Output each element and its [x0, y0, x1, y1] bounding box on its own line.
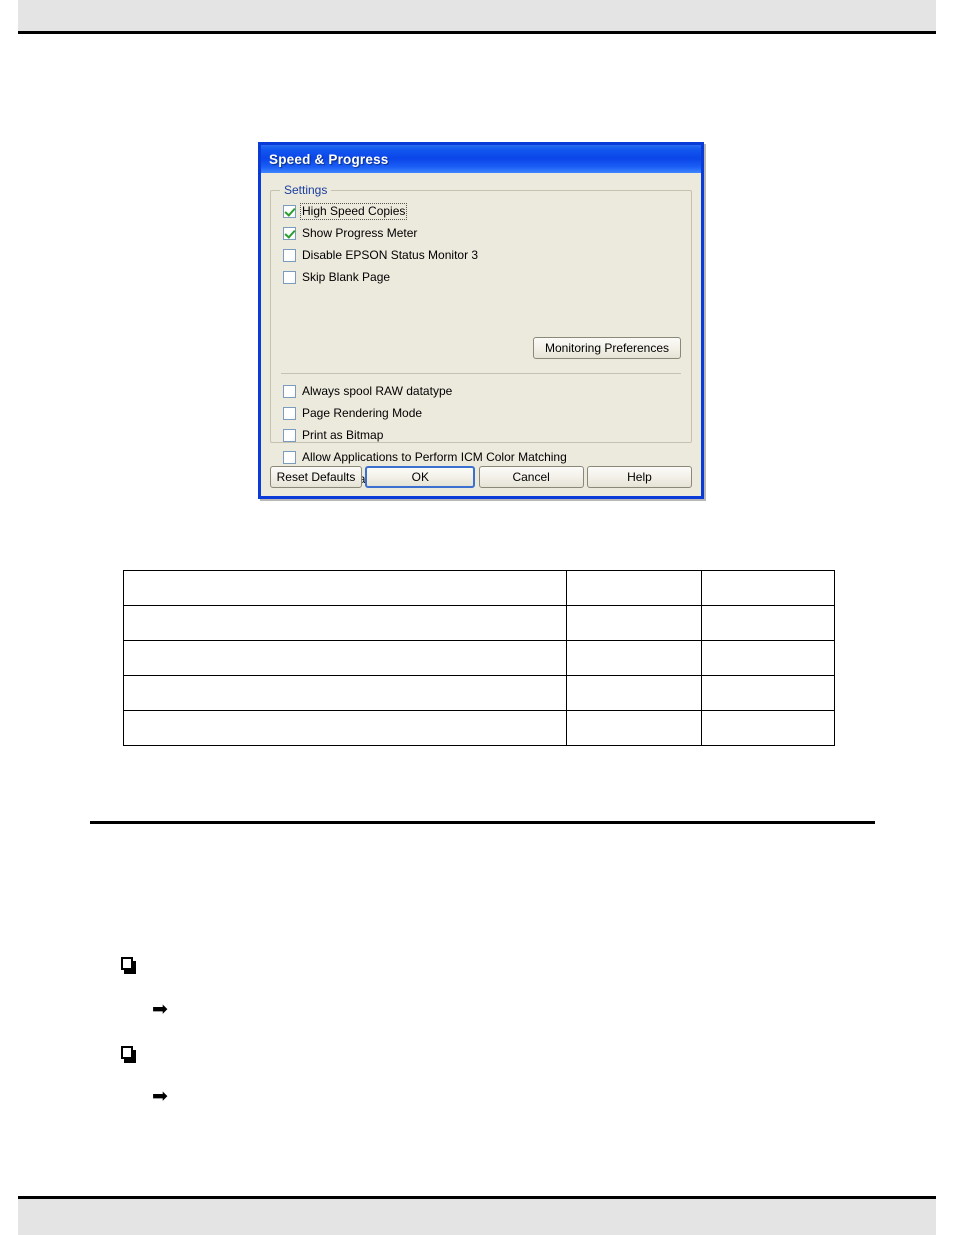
table-row — [123, 675, 835, 711]
specification-table — [123, 570, 835, 746]
checkbox-row-always-spool-raw-datatype[interactable]: Always spool RAW datatype — [283, 381, 567, 402]
table-cell — [123, 570, 567, 606]
page-header-bar — [18, 0, 936, 34]
dialog-titlebar[interactable]: Speed & Progress — [261, 145, 701, 173]
table-cell — [123, 675, 567, 711]
table-cell — [566, 710, 702, 746]
checkbox-always-spool-raw-datatype[interactable] — [283, 385, 296, 398]
settings-groupbox: Settings High Speed Copies Show Progress… — [270, 183, 692, 486]
box-bullet-square — [121, 1046, 133, 1059]
table-row — [123, 605, 835, 641]
table-cell — [566, 675, 702, 711]
checkbox-skip-blank-page[interactable] — [283, 271, 296, 284]
checkbox-allow-applications-icm-color-matching[interactable] — [283, 451, 296, 464]
table-cell — [701, 675, 835, 711]
checkbox-show-progress-meter[interactable] — [283, 227, 296, 240]
table-cell — [123, 710, 567, 746]
checkbox-label-show-progress-meter: Show Progress Meter — [302, 226, 418, 240]
table-row — [123, 640, 835, 676]
box-bullet-square — [121, 957, 133, 970]
table-cell — [123, 640, 567, 676]
table-cell — [566, 570, 702, 606]
checkbox-label-skip-blank-page: Skip Blank Page — [302, 270, 391, 284]
checkbox-row-high-speed-copies[interactable]: High Speed Copies — [283, 201, 679, 222]
checkbox-row-page-rendering-mode[interactable]: Page Rendering Mode — [283, 403, 567, 424]
dialog-button-row: Reset Defaults OK Cancel Help — [270, 466, 692, 488]
checkbox-row-disable-epson-status-monitor-3[interactable]: Disable EPSON Status Monitor 3 — [283, 245, 679, 266]
checkbox-row-show-progress-meter[interactable]: Show Progress Meter — [283, 223, 679, 244]
settings-groupbox-legend: Settings — [280, 183, 332, 197]
page-footer-bar — [18, 1196, 936, 1235]
help-button[interactable]: Help — [586, 466, 692, 488]
table-row — [123, 570, 835, 606]
arrow-bullet-icon: ➡ — [152, 998, 168, 1020]
checkbox-label-allow-applications-icm-color-matching: Allow Applications to Perform ICM Color … — [302, 450, 567, 464]
table-cell — [701, 710, 835, 746]
top-checkbox-list: High Speed Copies Show Progress Meter Di… — [283, 201, 679, 288]
checkbox-label-high-speed-copies: High Speed Copies — [299, 203, 408, 220]
checkbox-disable-epson-status-monitor-3[interactable] — [283, 249, 296, 262]
reset-defaults-button[interactable]: Reset Defaults — [270, 466, 362, 488]
box-bullet-icon — [121, 1046, 137, 1063]
table-cell — [123, 605, 567, 641]
speed-and-progress-dialog: Speed & Progress Settings High Speed Cop… — [258, 142, 704, 499]
checkbox-label-page-rendering-mode: Page Rendering Mode — [302, 406, 423, 420]
checkbox-row-allow-applications-icm-color-matching[interactable]: Allow Applications to Perform ICM Color … — [283, 447, 567, 468]
table-cell — [701, 570, 835, 606]
checkbox-high-speed-copies[interactable] — [283, 205, 296, 218]
arrow-bullet-icon: ➡ — [152, 1085, 168, 1107]
table-cell — [701, 640, 835, 676]
table-cell — [566, 640, 702, 676]
checkbox-label-print-as-bitmap: Print as Bitmap — [302, 428, 384, 442]
dialog-body: Settings High Speed Copies Show Progress… — [261, 173, 701, 496]
box-bullet-icon — [121, 957, 137, 974]
checkbox-page-rendering-mode[interactable] — [283, 407, 296, 420]
checkbox-label-disable-epson-status-monitor-3: Disable EPSON Status Monitor 3 — [302, 248, 479, 262]
table-cell — [566, 605, 702, 641]
monitoring-preferences-button[interactable]: Monitoring Preferences — [533, 337, 681, 359]
checkbox-print-as-bitmap[interactable] — [283, 429, 296, 442]
table-cell — [701, 605, 835, 641]
cancel-button[interactable]: Cancel — [478, 466, 584, 488]
dialog-title: Speed & Progress — [269, 151, 389, 167]
checkbox-row-print-as-bitmap[interactable]: Print as Bitmap — [283, 425, 567, 446]
section-divider — [90, 821, 875, 824]
table-row — [123, 710, 835, 746]
checkbox-row-skip-blank-page[interactable]: Skip Blank Page — [283, 267, 679, 288]
ok-button[interactable]: OK — [365, 466, 476, 488]
checkbox-label-always-spool-raw-datatype: Always spool RAW datatype — [302, 384, 453, 398]
group-separator — [281, 373, 681, 374]
